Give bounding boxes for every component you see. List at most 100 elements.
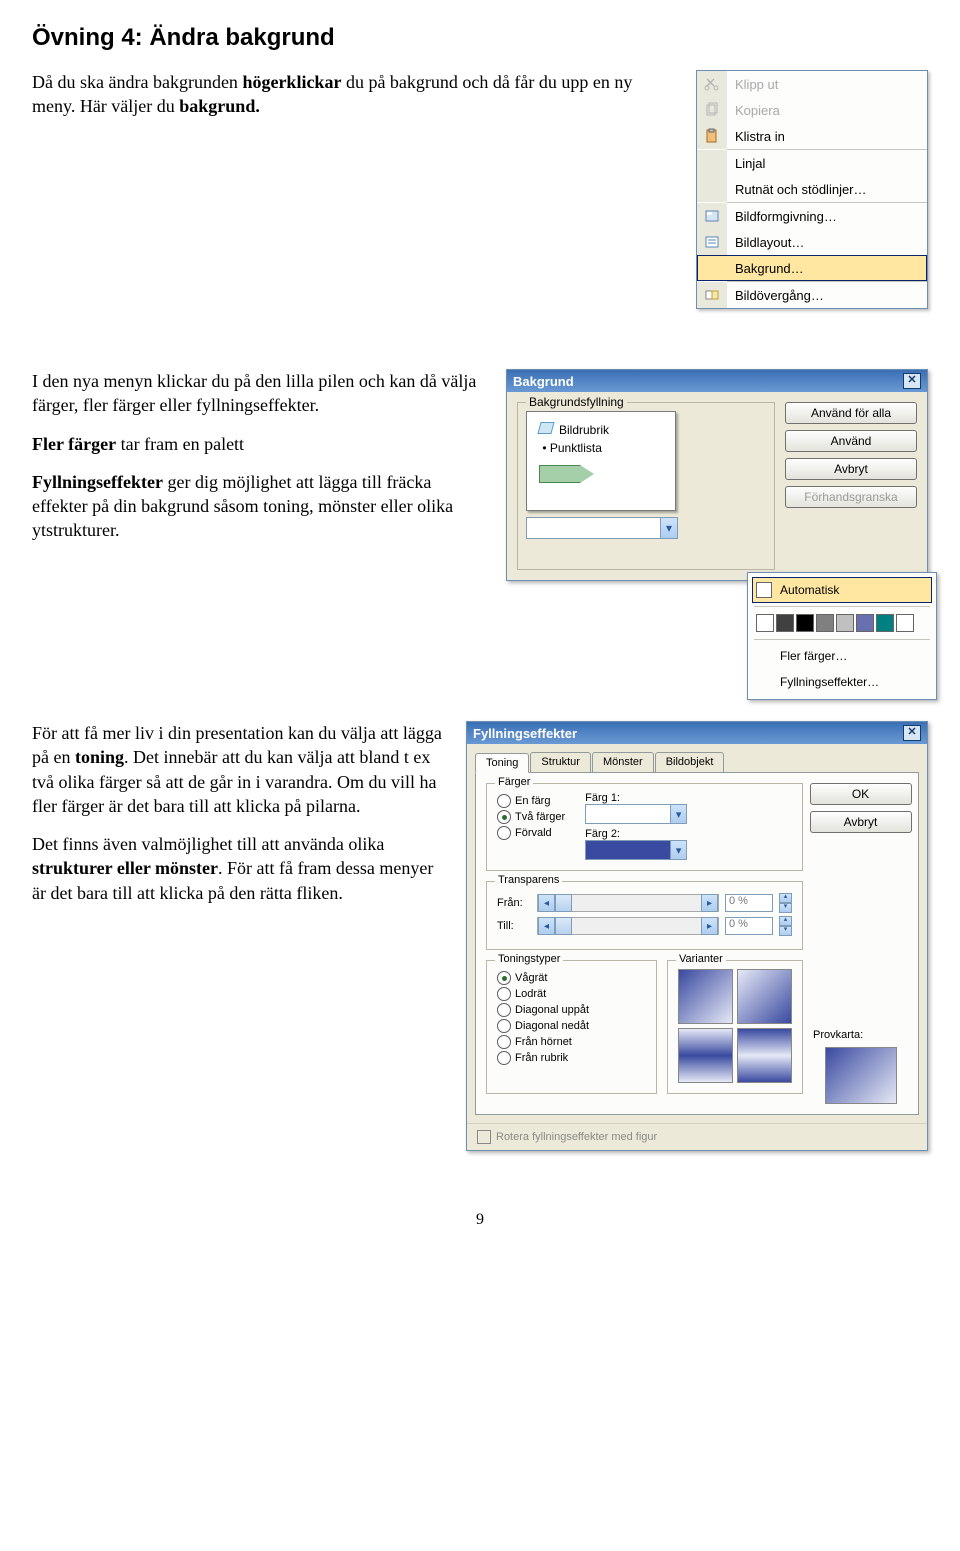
text-bold: bakgrund. xyxy=(179,96,260,116)
label-to: Till: xyxy=(497,920,531,932)
label: Diagonal uppåt xyxy=(515,1004,589,1016)
tab-struktur[interactable]: Struktur xyxy=(530,752,591,772)
arrow-up-icon[interactable]: ▴ xyxy=(779,916,792,926)
radio-icon xyxy=(497,810,511,824)
menu-item-background[interactable]: Bakgrund… xyxy=(697,255,927,281)
arrow-left-icon[interactable]: ◂ xyxy=(538,894,555,912)
color-swatch[interactable] xyxy=(756,614,774,632)
to-slider[interactable]: ◂ ▸ xyxy=(537,917,719,935)
menu-item-paste[interactable]: Klistra in xyxy=(697,123,927,149)
copy-icon xyxy=(704,102,720,118)
menu-item-grid[interactable]: Rutnät och stödlinjer… xyxy=(697,176,927,202)
menu-item-cut[interactable]: Klipp ut xyxy=(697,71,927,97)
color-auto-item[interactable]: Automatisk xyxy=(752,577,932,603)
radio-vertical[interactable]: Lodrät xyxy=(497,987,646,1001)
close-icon[interactable]: ✕ xyxy=(903,373,921,389)
from-value[interactable]: 0 % xyxy=(725,894,773,912)
from-slider[interactable]: ◂ ▸ xyxy=(537,894,719,912)
group-gradient-types: Toningstyper Vågrät Lodrät Diagonal uppå… xyxy=(486,960,657,1094)
label-from: Från: xyxy=(497,897,531,909)
menu-item-copy[interactable]: Kopiera xyxy=(697,97,927,123)
group-legend: Transparens xyxy=(495,874,562,886)
radio-from-title[interactable]: Från rubrik xyxy=(497,1051,646,1065)
color1-dropdown[interactable]: ▾ xyxy=(585,804,687,824)
variant-3[interactable] xyxy=(678,1028,733,1083)
to-value[interactable]: 0 % xyxy=(725,917,773,935)
radio-icon xyxy=(497,971,511,985)
spinner[interactable]: ▴▾ xyxy=(779,893,792,913)
intro-paragraph: Då du ska ändra bakgrunden högerklickar … xyxy=(32,70,672,133)
menu-item-design[interactable]: Bildformgivning… xyxy=(697,203,927,229)
color-swatch[interactable] xyxy=(836,614,854,632)
label: Lodrät xyxy=(515,988,546,1000)
tab-toning[interactable]: Toning xyxy=(475,753,529,773)
tab-bildobjekt[interactable]: Bildobjekt xyxy=(655,752,725,772)
radio-diag-down[interactable]: Diagonal nedåt xyxy=(497,1019,646,1033)
text: Det finns även valmöjlighet till att anv… xyxy=(32,834,384,854)
apply-all-button[interactable]: Använd för alla xyxy=(785,402,917,424)
arrow-left-icon[interactable]: ◂ xyxy=(538,917,555,935)
text-bold: strukturer eller mönster xyxy=(32,858,218,878)
transition-icon xyxy=(704,287,720,303)
dialog-titlebar[interactable]: Fyllningseffekter ✕ xyxy=(467,722,927,744)
menu-label: Rutnät och stödlinjer… xyxy=(727,182,927,197)
fill-effects-item[interactable]: Fyllningseffekter… xyxy=(752,669,932,695)
variant-1[interactable] xyxy=(678,969,733,1024)
arrow-right-icon[interactable]: ▸ xyxy=(701,917,718,935)
group-legend: Varianter xyxy=(676,953,726,965)
radio-icon xyxy=(497,987,511,1001)
label: Från hörnet xyxy=(515,1036,572,1048)
radio-horizontal[interactable]: Vågrät xyxy=(497,971,646,985)
dialog-titlebar[interactable]: Bakgrund ✕ xyxy=(507,370,927,392)
variant-2[interactable] xyxy=(737,969,792,1024)
color-swatch[interactable] xyxy=(876,614,894,632)
color-swatch[interactable] xyxy=(896,614,914,632)
radio-one-color[interactable]: En färg xyxy=(497,794,565,808)
label: En färg xyxy=(515,795,550,807)
radio-icon xyxy=(497,1035,511,1049)
apply-button[interactable]: Använd xyxy=(785,430,917,452)
menu-item-transition[interactable]: Bildövergång… xyxy=(697,282,927,308)
background-fill-dropdown[interactable]: ▾ xyxy=(526,517,678,539)
slider-thumb[interactable] xyxy=(555,917,572,935)
paragraph-3: För att få mer liv i din presentation ka… xyxy=(32,721,442,919)
radio-two-colors[interactable]: Två färger xyxy=(497,810,565,824)
label: Två färger xyxy=(515,811,565,823)
slider-thumb[interactable] xyxy=(555,894,572,912)
color-swatch[interactable] xyxy=(856,614,874,632)
arrow-right-icon[interactable]: ▸ xyxy=(701,894,718,912)
menu-item-layout[interactable]: Bildlayout… xyxy=(697,229,927,255)
spinner[interactable]: ▴▾ xyxy=(779,916,792,936)
variant-4[interactable] xyxy=(737,1028,792,1083)
page-number: 9 xyxy=(32,1211,928,1229)
preview-button[interactable]: Förhandsgranska xyxy=(785,486,917,508)
label-color1: Färg 1: xyxy=(585,792,687,804)
dialog-footer: Rotera fyllningseffekter med figur xyxy=(467,1123,927,1150)
radio-from-corner[interactable]: Från hörnet xyxy=(497,1035,646,1049)
preview-box: Bildrubrik • Punktlista xyxy=(526,411,676,511)
close-icon[interactable]: ✕ xyxy=(903,725,921,741)
color-swatch[interactable] xyxy=(816,614,834,632)
more-colors-item[interactable]: Fler färger… xyxy=(752,643,932,669)
radio-icon xyxy=(497,826,511,840)
arrow-up-icon[interactable]: ▴ xyxy=(779,893,792,903)
arrow-down-icon[interactable]: ▾ xyxy=(779,903,792,913)
radio-diag-up[interactable]: Diagonal uppåt xyxy=(497,1003,646,1017)
chevron-down-icon: ▾ xyxy=(670,841,686,859)
footer-label: Rotera fyllningseffekter med figur xyxy=(496,1131,657,1143)
tab-strip: Toning Struktur Mönster Bildobjekt xyxy=(475,752,919,773)
menu-label: Bildövergång… xyxy=(727,288,927,303)
radio-preset[interactable]: Förvald xyxy=(497,826,565,840)
radio-icon xyxy=(497,794,511,808)
cancel-button[interactable]: Avbryt xyxy=(810,811,912,833)
menu-item-ruler[interactable]: Linjal xyxy=(697,150,927,176)
color-swatch[interactable] xyxy=(796,614,814,632)
cancel-button[interactable]: Avbryt xyxy=(785,458,917,480)
ok-button[interactable]: OK xyxy=(810,783,912,805)
checkbox-icon[interactable] xyxy=(477,1130,491,1144)
chevron-down-icon: ▾ xyxy=(670,805,686,823)
color2-dropdown[interactable]: ▾ xyxy=(585,840,687,860)
color-swatch[interactable] xyxy=(776,614,794,632)
arrow-down-icon[interactable]: ▾ xyxy=(779,926,792,936)
tab-monster[interactable]: Mönster xyxy=(592,752,654,772)
